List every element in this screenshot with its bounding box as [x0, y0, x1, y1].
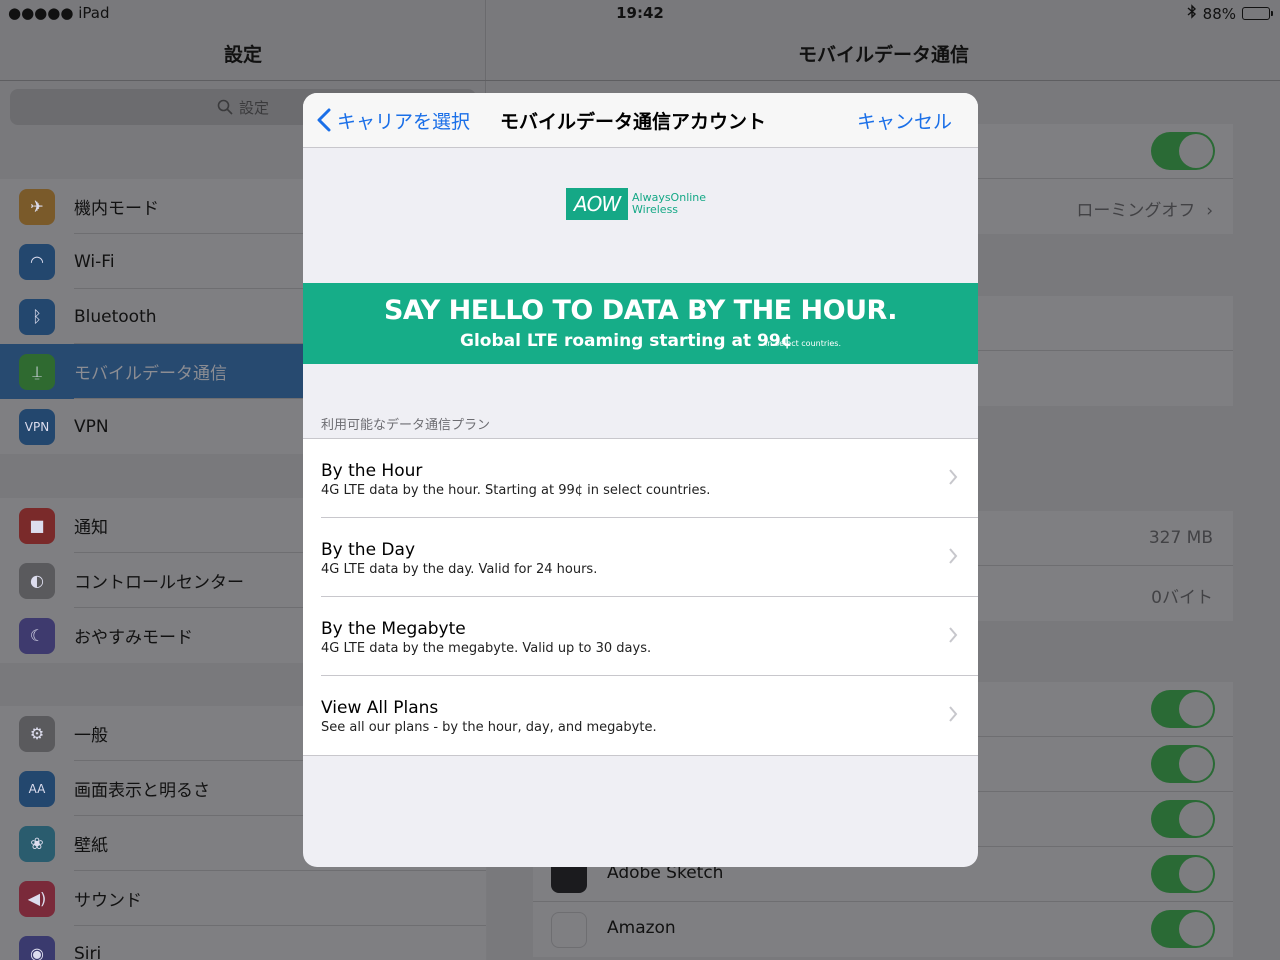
antenna-icon: ⍊ — [19, 353, 55, 390]
wifi-icon: ◠ — [19, 243, 55, 280]
app-toggle[interactable] — [1151, 855, 1215, 893]
sheet-navbar: キャリアを選択 モバイルデータ通信アカウント キャンセル — [303, 93, 978, 148]
search-icon — [217, 99, 233, 115]
plan-title: By the Hour — [321, 461, 423, 481]
sidebar-item-label: 画面表示と明るさ — [74, 781, 210, 801]
sound-icon: ◀) — [19, 880, 55, 917]
chevron-right-icon — [949, 469, 958, 485]
notification-icon: ■ — [19, 507, 55, 544]
app-toggle[interactable] — [1151, 690, 1215, 728]
nav-divider — [0, 80, 1280, 81]
app-toggle[interactable] — [1151, 800, 1215, 838]
battery-percent: 88% — [1202, 4, 1236, 23]
sidebar-item-label: 機内モード — [74, 199, 159, 219]
plan-row-view-all[interactable]: View All Plans See all our plans - by th… — [303, 676, 978, 755]
sidebar-item-label: Siri — [74, 943, 102, 960]
roaming-value: ローミングオフ › — [1076, 201, 1213, 221]
battery-icon — [1242, 7, 1273, 20]
banner-headline: SAY HELLO TO DATA BY THE HOUR. — [383, 295, 898, 326]
app-toggle[interactable] — [1151, 910, 1215, 948]
banner-subline: Global LTE roaming starting at 99¢ — [460, 331, 793, 351]
app-toggle[interactable] — [1151, 745, 1215, 783]
back-button-label: キャリアを選択 — [337, 110, 471, 133]
plans-list: By the Hour 4G LTE data by the hour. Sta… — [303, 438, 978, 756]
status-right: 88% — [1187, 4, 1273, 23]
display-icon: AA — [19, 770, 55, 807]
cancel-button[interactable]: キャンセル — [857, 107, 952, 134]
plan-title: By the Megabyte — [321, 619, 466, 639]
cellular-account-sheet: キャリアを選択 モバイルデータ通信アカウント キャンセル AOW AlwaysO… — [303, 93, 978, 867]
sidebar-item-label: Wi-Fi — [74, 251, 115, 272]
app-row-amazon[interactable]: Amazon — [533, 902, 1233, 957]
plan-description: See all our plans - by the hour, day, an… — [321, 720, 657, 735]
sidebar-item-label: VPN — [74, 416, 109, 437]
sidebar-item-label: コントロールセンター — [74, 573, 244, 593]
chevron-left-icon — [317, 108, 331, 132]
amazon-icon — [551, 912, 587, 948]
sheet-title: モバイルデータ通信アカウント — [500, 111, 767, 133]
detail-title: モバイルデータ通信 — [797, 44, 969, 66]
wallpaper-icon: ❀ — [19, 825, 55, 862]
app-label: Amazon — [607, 918, 676, 938]
plan-title: By the Day — [321, 540, 415, 560]
sidebar-item-label: モバイルデータ通信 — [74, 364, 227, 384]
logo-wordmark: AlwaysOnline Wireless — [632, 191, 707, 216]
sidebar-item-label: 一般 — [74, 726, 108, 746]
siri-icon: ◉ — [19, 935, 55, 960]
plan-description: 4G LTE data by the hour. Starting at 99¢… — [321, 483, 711, 498]
banner-footnote: In select countries. — [765, 339, 841, 348]
plan-title: View All Plans — [321, 698, 439, 718]
airplane-icon: ✈ — [19, 188, 55, 225]
control-center-icon: ◐ — [19, 562, 55, 599]
sidebar-item-label: 通知 — [74, 518, 108, 538]
sidebar-item-label: サウンド — [74, 891, 142, 911]
logo-mark: AOW — [566, 188, 628, 220]
plan-row-by-the-day[interactable]: By the Day 4G LTE data by the day. Valid… — [303, 518, 978, 597]
sidebar-item-label: おやすみモード — [74, 628, 193, 648]
sidebar-item[interactable]: ◉ Siri — [0, 926, 486, 960]
sidebar-item-label: 壁紙 — [74, 836, 108, 856]
plan-row-by-the-megabyte[interactable]: By the Megabyte 4G LTE data by the megab… — [303, 597, 978, 676]
back-button[interactable]: キャリアを選択 — [317, 105, 470, 135]
plan-description: 4G LTE data by the megabyte. Valid up to… — [321, 641, 652, 656]
plans-section-header: 利用可能なデータ通信プラン — [321, 418, 491, 433]
moon-icon: ☾ — [19, 617, 55, 654]
plan-row-by-the-hour[interactable]: By the Hour 4G LTE data by the hour. Sta… — [303, 439, 978, 518]
status-bar: ●●●●● iPad 19:42 88% — [0, 0, 1280, 26]
carrier-logo-area: AOW AlwaysOnline Wireless — [303, 149, 978, 283]
usage-current-value: 327 MB — [1148, 528, 1213, 548]
bluetooth-icon: ᛒ — [19, 298, 55, 335]
usage-roaming-value: 0バイト — [1151, 588, 1213, 608]
sidebar-item[interactable]: ◀) サウンド — [0, 871, 486, 926]
vpn-icon: VPN — [19, 408, 55, 445]
gear-icon: ⚙ — [19, 715, 55, 752]
plan-description: 4G LTE data by the day. Valid for 24 hou… — [321, 562, 598, 577]
sidebar-title: 設定 — [223, 44, 262, 66]
promo-banner: SAY HELLO TO DATA BY THE HOUR. Global LT… — [303, 283, 978, 364]
cellular-data-toggle[interactable] — [1151, 132, 1215, 170]
chevron-right-icon — [949, 548, 958, 564]
clock: 19:42 — [616, 4, 664, 22]
sidebar-item-label: Bluetooth — [74, 306, 157, 327]
bluetooth-status-icon — [1187, 4, 1197, 23]
carrier-logo: AOW AlwaysOnline Wireless — [566, 188, 706, 220]
chevron-right-icon — [949, 627, 958, 643]
search-placeholder: 設定 — [238, 98, 269, 117]
chevron-right-icon — [949, 706, 958, 722]
